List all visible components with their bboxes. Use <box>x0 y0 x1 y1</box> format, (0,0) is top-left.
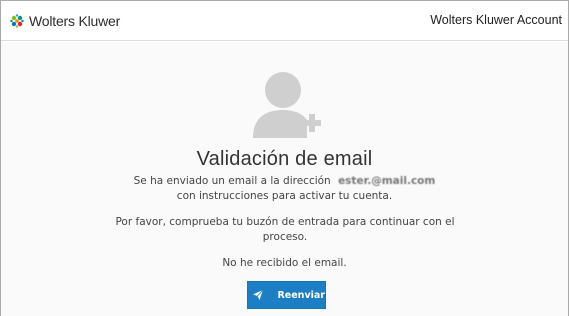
not-received-link[interactable]: No he recibido el email. <box>1 256 568 271</box>
sent-text: Se ha enviado un email a la dirección <box>133 175 331 187</box>
paper-plane-icon <box>248 282 267 308</box>
logo[interactable]: Wolters Kluwer <box>9 11 120 31</box>
wolters-kluwer-logo-icon <box>10 14 24 28</box>
sent-message: Se ha enviado un email a la dirección es… <box>1 174 568 189</box>
page-title: Validación de email <box>196 148 373 170</box>
resend-label: Reenviar <box>277 289 325 301</box>
account-title: Wolters Kluwer Account <box>430 13 562 27</box>
app-window: Wolters Kluwer Wolters Kluwer Account Va… <box>0 0 569 316</box>
main-content: Validación de email Se ha enviado un ema… <box>1 42 568 316</box>
instructions-text: con instrucciones para activar tu cuenta… <box>176 190 393 202</box>
check-inbox-text: Por favor, comprueba tu buzón de entrada… <box>115 216 455 243</box>
resend-button[interactable]: Reenviar <box>247 281 326 309</box>
email-address: ester.@mail.com <box>338 175 436 187</box>
header: Wolters Kluwer Wolters Kluwer Account <box>1 1 568 41</box>
logo-text: Wolters Kluwer <box>29 13 121 29</box>
user-add-icon <box>253 72 321 138</box>
